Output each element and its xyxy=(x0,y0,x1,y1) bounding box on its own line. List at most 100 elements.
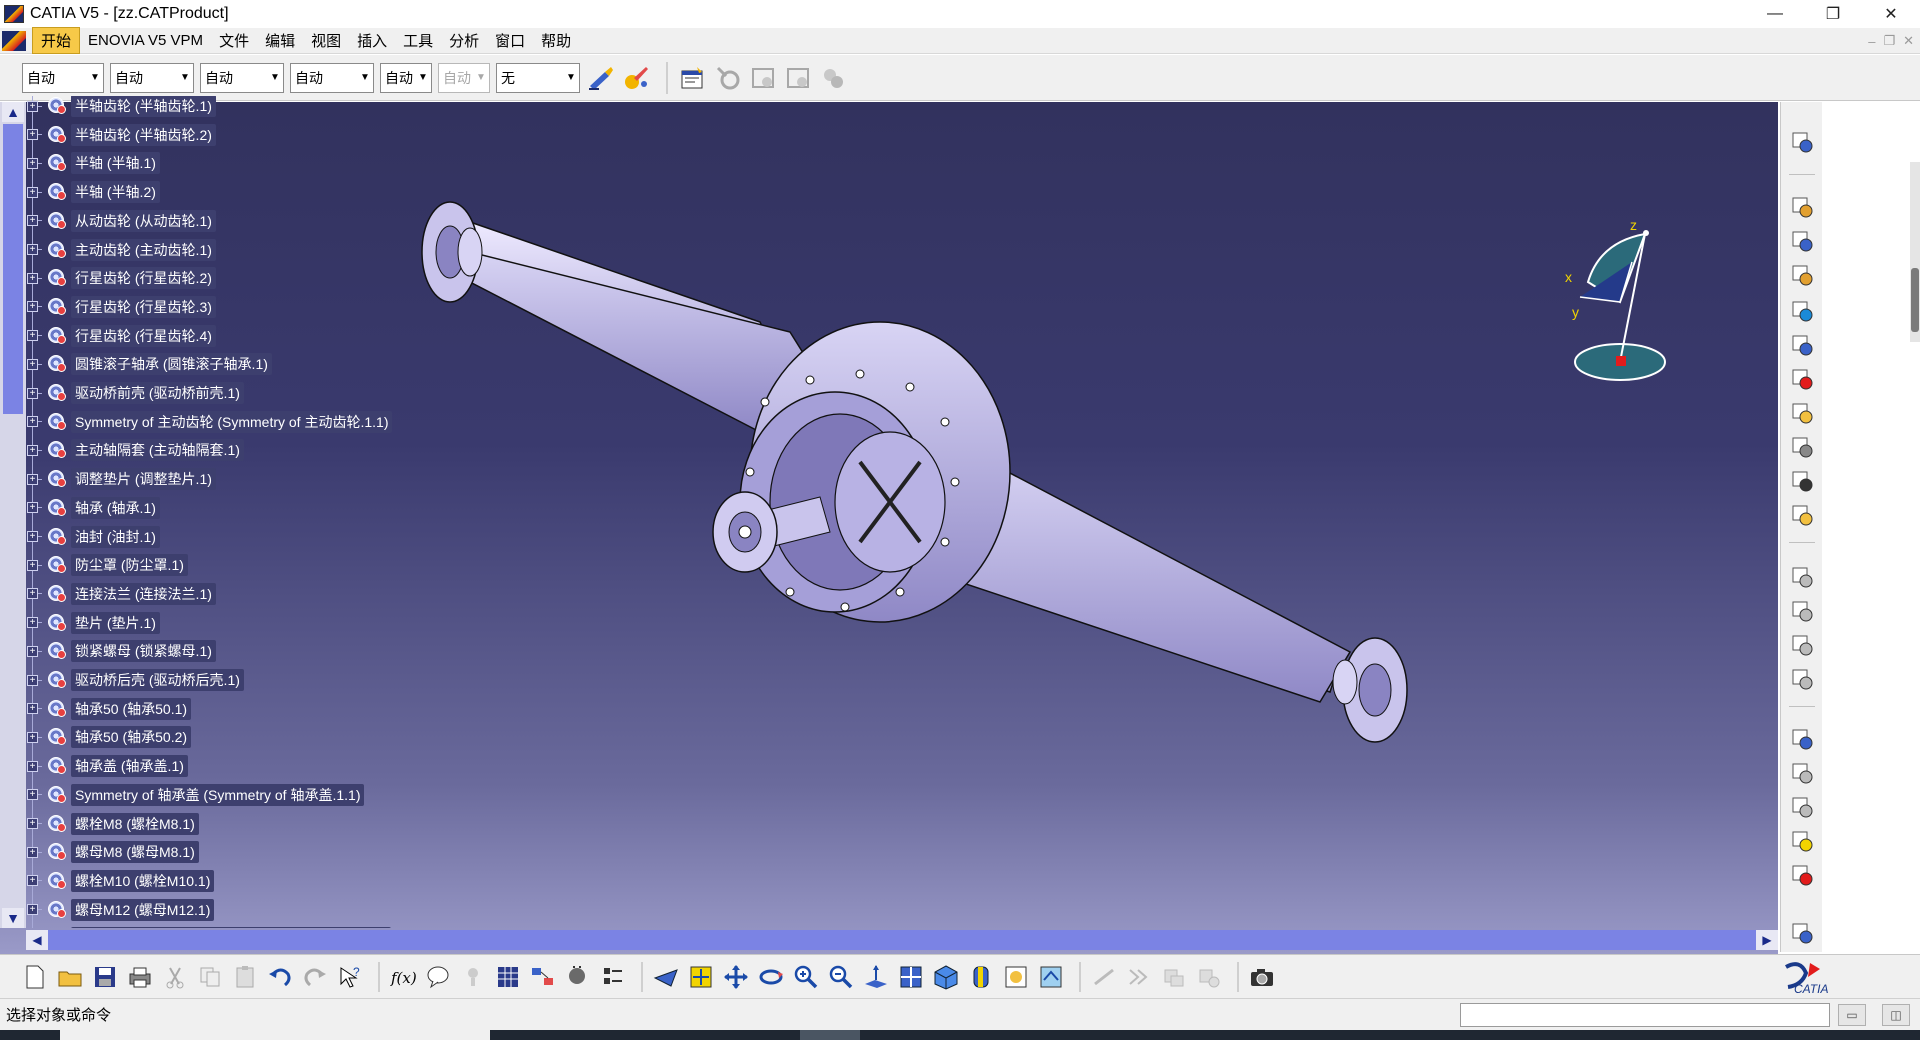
tree-node[interactable]: + 行星齿轮 (行星齿轮.3) xyxy=(26,295,216,319)
tree-node[interactable]: + 行星齿轮 (行星齿轮.2) xyxy=(26,266,216,290)
catalog-browser-icon[interactable] xyxy=(1787,918,1817,948)
tree-node-label[interactable]: 垫片 (垫片.1) xyxy=(71,611,160,634)
menu-help[interactable]: 帮助 xyxy=(533,28,579,53)
menu-tools[interactable]: 工具 xyxy=(395,28,441,53)
tree-node[interactable]: + 调整垫片 (调整垫片.1) xyxy=(26,467,216,491)
analysis-icon[interactable] xyxy=(563,962,593,992)
expand-icon[interactable]: + xyxy=(27,531,38,542)
close-button[interactable]: ✕ xyxy=(1862,0,1920,28)
tree-node-label[interactable]: 主动轴隔套 (主动轴隔套.1) xyxy=(71,439,244,462)
update-icon[interactable] xyxy=(1787,724,1817,754)
tree-node[interactable]: + 主动齿轮 (主动齿轮.1) xyxy=(26,238,216,262)
expand-icon[interactable]: + xyxy=(27,703,38,715)
tree-node-label[interactable]: 从动齿轮 (从动齿轮.1) xyxy=(71,209,216,232)
doc-restore-button[interactable]: ❐ xyxy=(1883,33,1895,49)
expand-icon[interactable]: + xyxy=(27,301,38,313)
cancel-command-icon[interactable]: ▭ xyxy=(1838,1004,1866,1026)
undo-icon[interactable] xyxy=(265,962,295,992)
expand-icon[interactable]: + xyxy=(27,129,38,141)
tree-node[interactable]: + 连接法兰 (连接法兰.1) xyxy=(26,582,216,606)
menu-enovia[interactable]: ENOVIA V5 VPM xyxy=(80,30,211,51)
paint-brush-icon[interactable] xyxy=(586,63,616,93)
tree-node-label[interactable]: 轴承盖 (轴承盖.1) xyxy=(71,755,188,778)
iso-view-icon[interactable] xyxy=(931,962,961,992)
multi-view-icon[interactable] xyxy=(896,962,926,992)
menu-start[interactable]: 开始 xyxy=(32,27,81,54)
new-file-icon[interactable] xyxy=(20,962,50,992)
expand-icon[interactable]: + xyxy=(27,215,38,227)
tree-node-label[interactable]: 半轴齿轮 (半轴齿轮.1) xyxy=(71,96,216,117)
tree-node-label[interactable]: 行星齿轮 (行星齿轮.4) xyxy=(71,324,216,347)
tree-node[interactable]: + 螺母M12 (螺母M12.1) xyxy=(26,898,215,922)
menu-window[interactable]: 窗口 xyxy=(487,28,533,53)
right-scroll-thumb[interactable] xyxy=(1911,268,1919,332)
pan-icon[interactable] xyxy=(721,962,751,992)
tree-node-label[interactable]: 螺母M8 (螺母M8.1) xyxy=(71,841,199,864)
tree-node[interactable]: + 螺栓M8 (螺栓M8.1) xyxy=(26,812,199,836)
swap-space-icon[interactable] xyxy=(1036,962,1066,992)
scroll-thumb[interactable] xyxy=(3,124,23,414)
table-icon[interactable] xyxy=(493,962,523,992)
doc-minimize-button[interactable]: – xyxy=(1868,34,1875,49)
line-thickness-combo[interactable]: 自动 ▼ xyxy=(200,62,284,93)
tree-vertical-scrollbar[interactable]: ▲ ▼ xyxy=(0,102,26,928)
expand-icon[interactable]: + xyxy=(27,617,38,629)
camera-icon[interactable] xyxy=(1247,962,1277,992)
scroll-right-icon[interactable]: ▶ xyxy=(1756,930,1778,950)
formula-icon[interactable]: f(x) xyxy=(388,962,418,992)
tree-node[interactable]: + 锁紧螺母 (锁紧螺母.1) xyxy=(26,639,216,663)
tree-node[interactable]: + 半轴齿轮 (半轴齿轮.2) xyxy=(26,123,216,147)
zoom-in-icon[interactable] xyxy=(791,962,821,992)
doc-close-button[interactable]: ✕ xyxy=(1903,33,1914,49)
menu-file[interactable]: 文件 xyxy=(211,28,257,53)
expand-icon[interactable]: + xyxy=(27,674,38,686)
lightbulb-icon[interactable] xyxy=(1787,826,1817,856)
tree-node[interactable]: + 驱动桥后壳 (驱动桥后壳.1) xyxy=(26,668,244,692)
tree-node[interactable]: + 半轴齿轮 (半轴齿轮.1) xyxy=(26,96,216,118)
select-icon[interactable] xyxy=(1787,127,1817,157)
zoom-out-icon[interactable] xyxy=(826,962,856,992)
command-input[interactable] xyxy=(1460,1003,1830,1027)
fit-all-icon[interactable] xyxy=(686,962,716,992)
tree-node-label[interactable]: 锁紧螺母 (锁紧螺母.1) xyxy=(71,640,216,663)
catalog-icon[interactable] xyxy=(528,962,558,992)
menu-insert[interactable]: 插入 xyxy=(349,28,395,53)
fly-mode-icon[interactable] xyxy=(651,962,681,992)
replace-component-icon[interactable] xyxy=(1787,330,1817,360)
expand-icon[interactable]: + xyxy=(27,100,38,112)
tree-node[interactable]: + 轴承 (轴承.1) xyxy=(26,496,160,520)
minimize-button[interactable]: — xyxy=(1746,0,1804,28)
tree-node[interactable]: + 圆锥滚子轴承 (圆锥滚子轴承.1) xyxy=(26,352,272,376)
new-product-icon[interactable] xyxy=(1787,226,1817,256)
scroll-up-icon[interactable]: ▲ xyxy=(2,102,24,122)
tree-node-label[interactable]: 螺母M12 (螺母M12.1) xyxy=(71,898,215,921)
tree-node[interactable]: + 半轴 (半轴.2) xyxy=(26,180,160,204)
selective-load-icon[interactable] xyxy=(1787,432,1817,462)
scroll-left-icon[interactable]: ◀ xyxy=(26,930,48,950)
tree-node-label[interactable]: 半轴 (半轴.2) xyxy=(71,181,160,204)
expand-icon[interactable]: + xyxy=(27,358,38,370)
expand-icon[interactable]: + xyxy=(27,244,38,255)
properties-icon[interactable] xyxy=(678,63,708,93)
tree-node[interactable]: + 轴承盖 (轴承盖.1) xyxy=(26,754,188,778)
tree-node-label[interactable]: 轴承 (轴承.1) xyxy=(71,496,160,519)
tree-node[interactable]: + 行星齿轮 (行星齿轮.4) xyxy=(26,324,216,348)
tree-node-label[interactable]: 防尘罩 (防尘罩.1) xyxy=(71,554,188,577)
tree-node-label[interactable]: 驱动桥前壳 (驱动桥前壳.1) xyxy=(71,382,244,404)
horizontal-scrollbar[interactable]: ◀ ▶ xyxy=(26,930,1778,950)
expand-icon[interactable]: + xyxy=(27,416,38,428)
hide-show-icon[interactable] xyxy=(1001,962,1031,992)
menu-analyze[interactable]: 分析 xyxy=(441,28,487,53)
view-compass[interactable]: z x y xyxy=(1560,212,1680,392)
expand-icon[interactable]: + xyxy=(27,904,38,916)
document-icon[interactable] xyxy=(2,30,26,51)
expand-icon[interactable]: + xyxy=(27,157,38,169)
expand-icon[interactable]: + xyxy=(27,473,38,485)
taskbar-app-button[interactable] xyxy=(60,1030,490,1040)
tree-node-label[interactable]: 调整垫片 (调整垫片.1) xyxy=(71,468,216,491)
graph-tree-reorder-icon[interactable] xyxy=(1787,364,1817,394)
right-scrollbar[interactable] xyxy=(1910,162,1920,342)
normal-view-icon[interactable] xyxy=(861,962,891,992)
tree-node[interactable]: + 半轴 (半轴.1) xyxy=(26,151,160,175)
tree-node[interactable]: +Symmetry of 螺母M12 (Symmetry of 螺母M12.1.… xyxy=(26,926,391,928)
